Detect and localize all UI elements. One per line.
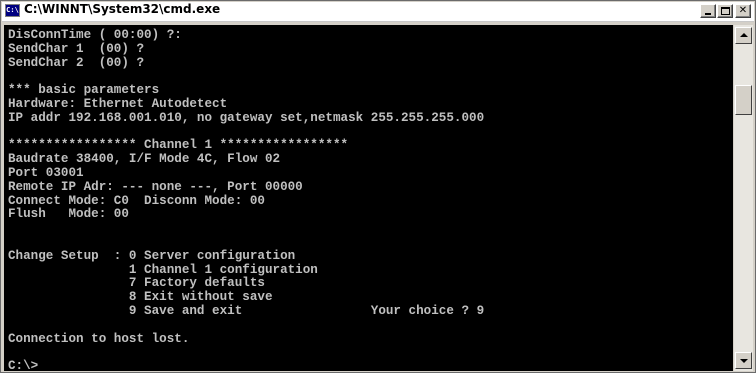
scroll-down-button[interactable] xyxy=(735,352,752,369)
cmd-window: C:\ C:\WINNT\System32\cmd.exe ✕ DisConnT… xyxy=(0,0,756,373)
window-title: C:\WINNT\System32\cmd.exe xyxy=(24,2,221,16)
title-bar[interactable]: C:\ C:\WINNT\System32\cmd.exe ✕ xyxy=(2,2,754,22)
close-icon: ✕ xyxy=(738,5,748,16)
scrollbar-thumb[interactable] xyxy=(735,85,752,115)
close-button[interactable]: ✕ xyxy=(735,4,751,18)
scroll-up-button[interactable] xyxy=(735,27,752,44)
cmd-app-icon[interactable]: C:\ xyxy=(5,4,20,17)
arrow-up-icon xyxy=(740,33,748,37)
minimize-button[interactable] xyxy=(700,4,716,18)
maximize-button[interactable] xyxy=(717,4,733,18)
arrow-down-icon xyxy=(740,359,748,363)
maximize-icon xyxy=(721,7,730,15)
console-output[interactable]: DisConnTime ( 00:00) ?: SendChar 1 (00) … xyxy=(4,25,733,371)
vertical-scrollbar[interactable] xyxy=(734,25,753,371)
console-text: DisConnTime ( 00:00) ?: SendChar 1 (00) … xyxy=(8,28,485,371)
minimize-icon xyxy=(705,13,711,15)
caption-buttons: ✕ xyxy=(699,4,751,20)
